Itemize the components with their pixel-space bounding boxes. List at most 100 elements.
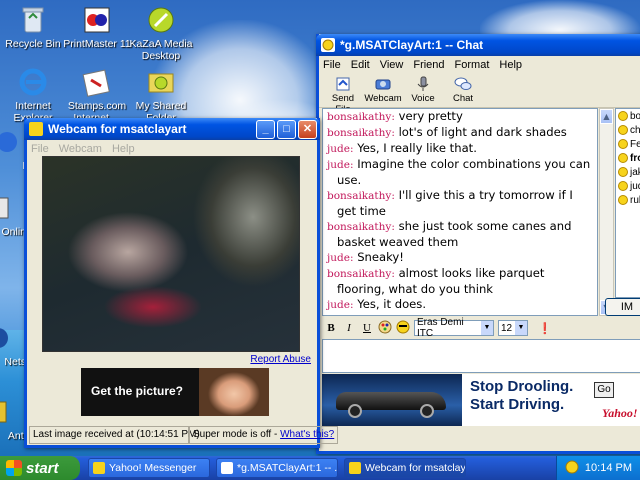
maximize-button[interactable]: □ [277,119,296,139]
chevron-down-icon: ▼ [515,321,527,335]
user-list-item[interactable]: rubens [616,193,640,207]
bold-button[interactable]: B [324,322,338,334]
desktop-icon-kazaa[interactable]: KaZaA Media Desktop [124,4,198,62]
taskbar-item-chat[interactable]: *g.MSATClayArt:1 -- ... [216,458,338,478]
ad-go-button[interactable]: Go [594,382,614,398]
smiley-icon [618,111,628,121]
underline-button[interactable]: U [360,322,374,334]
desktop-icon-printmaster[interactable]: PrintMaster 11 [60,4,134,50]
chat-window[interactable]: *g.MSATClayArt:1 -- Chat File Edit View … [316,34,640,454]
user-list-item[interactable]: chelyh [616,123,640,137]
taskbar-item-yahoo-messenger[interactable]: Yahoo! Messenger [88,458,210,478]
message-text: Yes, I really like that. [357,141,477,155]
menu-help[interactable]: Help [112,143,135,155]
message-text: Yes, it does. [357,297,427,311]
desktop-icon-netscape[interactable]: Nets [0,322,26,368]
im-button[interactable]: IM [605,298,640,316]
font-select[interactable]: Eras Demi ITC ▼ [414,317,494,339]
antivirus-icon [0,396,14,428]
message-nick: jude: [327,159,354,171]
chat-window-icon [321,38,335,52]
close-button[interactable]: ✕ [298,119,317,139]
chevron-down-icon: ▼ [481,321,493,335]
menu-friend[interactable]: Friend [413,59,444,71]
italic-button[interactable]: I [342,322,356,334]
express-icon [0,126,23,158]
smiley-icon [618,167,628,177]
minimize-button[interactable]: _ [256,119,275,139]
menu-edit[interactable]: Edit [351,59,370,71]
menu-file[interactable]: File [31,143,49,155]
whats-this-link[interactable]: What's this? [280,429,334,440]
chat-message: bonsaikathy: lot's of light and dark sha… [327,125,595,141]
report-abuse-link[interactable]: Report Abuse [250,354,311,365]
recycle-bin-icon [17,4,49,36]
user-list-item[interactable]: bonsa [616,109,640,123]
taskbar-item-webcam[interactable]: Webcam for msatclay... [344,458,466,478]
user-list-item[interactable]: frogg [616,151,640,165]
webcam-button[interactable]: Webcam [363,74,403,107]
emoticon-icon[interactable] [396,320,410,337]
chat-ad-banner[interactable]: Stop Drooling. Start Driving. Go Yahoo! [322,374,640,426]
scroll-up-icon[interactable]: ▲ [600,109,613,124]
desktop-icon-install[interactable]: Insta Onlin [0,192,26,238]
stamps-icon [81,66,113,98]
message-text: lot's of light and dark shades [398,125,567,139]
start-button[interactable]: start [0,456,80,480]
chat-button[interactable]: Chat [443,74,483,107]
message-input[interactable] [322,339,640,373]
webcam-window[interactable]: Webcam for msatclayart _ □ ✕ File Webcam… [24,118,339,448]
yahoo-messenger-icon [93,462,105,474]
chat-log[interactable]: bonsaikathy: very pretty bonsaikathy: lo… [322,108,598,316]
smiley-icon [618,181,628,191]
ignore-icon[interactable]: ❗ [538,322,552,335]
voice-button[interactable]: Voice [403,74,443,107]
desktop-icon-stamps[interactable]: Stamps.com Internet ... [60,66,134,124]
shared-folder-icon [145,66,177,98]
send-file-button[interactable]: Send File [323,74,363,115]
menu-format[interactable]: Format [455,59,490,71]
chat-scrollbar[interactable]: ▲ ▼ [599,108,614,316]
webcam-ad-banner[interactable]: Get the picture? [81,368,269,416]
chat-menubar: File Edit View Friend Format Help [319,56,640,74]
ad-brand: Yahoo! [602,406,638,420]
message-nick: bonsaikathy: [327,111,395,123]
last-image-status: Last image received at (10:14:51 PM) [29,426,200,444]
chat-message: bonsaikathy: she just took some canes an… [327,219,595,250]
user-list-item[interactable]: jude [616,179,640,193]
chat-window-title: *g.MSATClayArt:1 -- Chat [340,38,484,52]
font-size-select[interactable]: 12 ▼ [498,320,528,336]
smiley-icon [618,195,628,205]
message-nick: bonsaikathy: [327,190,395,202]
user-list-item[interactable]: Fearle [616,137,640,151]
message-nick: bonsaikathy: [327,127,395,139]
webcam-titlebar[interactable]: Webcam for msatclayart _ □ ✕ [24,118,320,140]
messenger-tray-icon[interactable] [565,460,579,477]
smiley-icon [618,125,628,135]
clock[interactable]: 10:14 PM [585,462,632,474]
netscape-icon [0,322,14,354]
chat-titlebar[interactable]: *g.MSATClayArt:1 -- Chat [316,34,640,56]
scroll-track[interactable] [600,124,613,300]
menu-help[interactable]: Help [499,59,522,71]
car-ad-image [322,374,462,426]
smiley-icon [618,139,628,149]
chat-message: jude: Yes, I really like that. [327,141,595,157]
webcam-ad-text: Get the picture? [91,384,184,398]
desktop-icon-shared-folder[interactable]: My Shared Folder [124,66,198,124]
ad-photo [199,368,269,416]
message-nick: bonsaikathy: [327,221,395,233]
desktop-icon-antivirus[interactable]: Anti [0,396,26,442]
color-palette-icon[interactable] [378,320,392,337]
menu-view[interactable]: View [380,59,404,71]
webcam-window-title: Webcam for msatclayart [48,122,187,136]
webcam-icon [374,76,392,92]
user-list-item[interactable]: jakmia [616,165,640,179]
menu-webcam[interactable]: Webcam [59,143,102,155]
message-text: very pretty [398,109,463,123]
message-text: Imagine the color combinations you can u… [337,157,591,187]
message-nick: bonsaikathy: [327,268,395,280]
taskbar: start Yahoo! Messenger *g.MSATClayArt:1 … [0,456,640,480]
user-list[interactable]: bonsa chelyh Fearle frogg jakmia jude ru… [615,108,640,298]
menu-file[interactable]: File [323,59,341,71]
